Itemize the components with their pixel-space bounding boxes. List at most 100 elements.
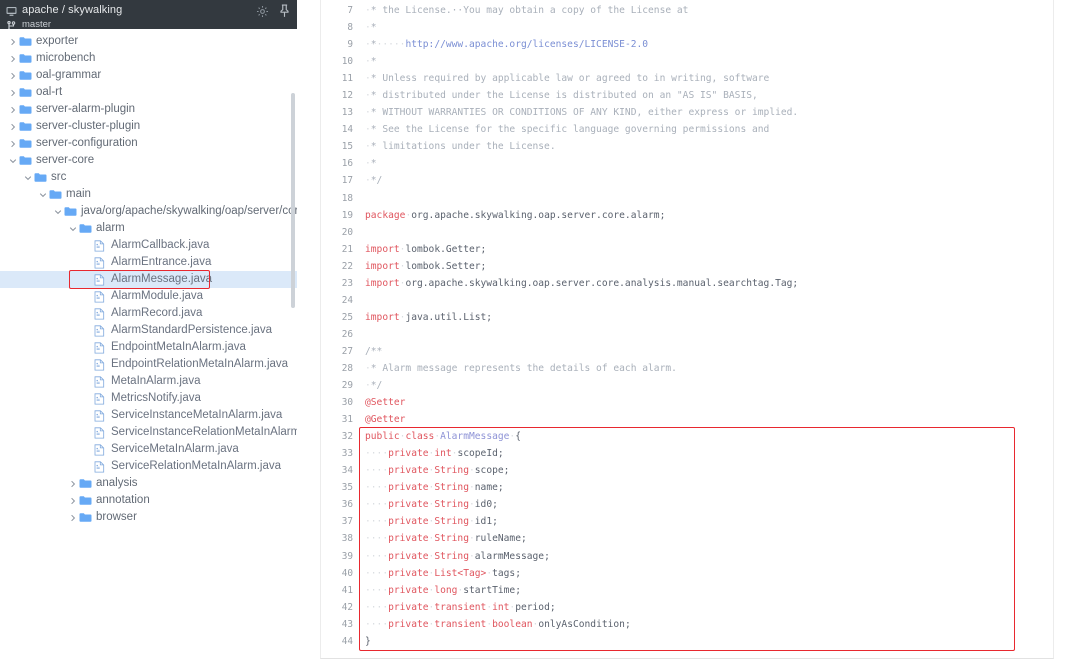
code-text[interactable]: ·*/ (365, 380, 382, 391)
tree-item-label: main (66, 188, 91, 200)
chevron-down-icon[interactable] (68, 225, 77, 233)
code-viewer[interactable]: 7 ·* the License.··You may obtain a copy … (320, 0, 1054, 659)
code-text[interactable]: ·* Unless required by applicable law or … (365, 73, 769, 84)
tree-folder-item[interactable]: alarm (0, 220, 297, 237)
chevron-down-icon[interactable] (8, 157, 17, 165)
code-line: 31 @Getter (321, 411, 1053, 428)
code-text[interactable]: ····private·String·name; (365, 482, 504, 493)
code-text[interactable]: /** (365, 346, 382, 357)
tree-folder-item[interactable]: main (0, 186, 297, 203)
chevron-right-icon[interactable] (8, 123, 17, 131)
code-text[interactable]: ·* (365, 56, 377, 67)
tree-folder-item[interactable]: server-configuration (0, 135, 297, 152)
tree-folder-item[interactable]: exporter (0, 33, 297, 50)
tree-folder-item[interactable]: annotation (0, 492, 297, 509)
code-text[interactable]: import·java.util.List; (365, 312, 492, 323)
tree-file-item[interactable]: ServiceInstanceMetaInAlarm.java (0, 407, 297, 424)
repo-row[interactable]: apache / skywalking (6, 2, 289, 17)
tree-item-label: src (51, 171, 67, 183)
chevron-right-icon[interactable] (8, 106, 17, 114)
line-number: 33 (341, 448, 353, 460)
code-text[interactable]: ·*/ (365, 175, 382, 186)
folder-icon (19, 70, 32, 81)
chevron-right-icon[interactable] (8, 140, 17, 148)
chevron-down-icon[interactable] (53, 208, 62, 216)
code-text[interactable]: ·* limitations under the License. (365, 141, 556, 152)
line-number: 21 (341, 243, 353, 255)
chevron-down-icon[interactable] (23, 174, 32, 182)
chevron-right-icon[interactable] (68, 514, 77, 522)
chevron-right-icon[interactable] (8, 38, 17, 46)
tree-item-label: server-cluster-plugin (36, 120, 141, 132)
chevron-right-icon[interactable] (68, 497, 77, 505)
code-text[interactable]: ·* See the License for the specific lang… (365, 124, 769, 135)
code-line: 33 ····private·int·scopeId; (321, 445, 1053, 462)
code-text[interactable]: ·* the License.··You may obtain a copy o… (365, 5, 688, 16)
pin-icon[interactable] (279, 4, 290, 18)
code-text[interactable]: import·lombok.Getter; (365, 244, 486, 255)
code-text[interactable]: ·*·····http://www.apache.org/licenses/LI… (365, 39, 648, 50)
tree-folder-item[interactable]: server-core (0, 152, 297, 169)
code-text[interactable]: ····private·long·startTime; (365, 585, 521, 596)
code-text[interactable]: package·org.apache.skywalking.oap.server… (365, 210, 665, 221)
editor-panel: 7 ·* the License.··You may obtain a copy … (297, 0, 1080, 659)
tree-folder-item[interactable]: src (0, 169, 297, 186)
code-text[interactable]: ····private·String·id1; (365, 516, 498, 527)
code-text[interactable]: ····private·String·scope; (365, 465, 509, 476)
code-text[interactable]: ····private·transient·boolean·onlyAsCond… (365, 619, 631, 630)
code-text[interactable]: public·class·AlarmMessage·{ (365, 431, 521, 442)
tree-file-item[interactable]: MetaInAlarm.java (0, 373, 297, 390)
tree-file-item[interactable]: ServiceMetaInAlarm.java (0, 441, 297, 458)
code-line: 23 import·org.apache.skywalking.oap.serve… (321, 275, 1053, 292)
tree-file-item[interactable]: AlarmRecord.java (0, 305, 297, 322)
code-text[interactable]: @Getter (365, 414, 405, 425)
gear-icon[interactable] (256, 5, 269, 18)
code-text[interactable]: ····private·String·id0; (365, 499, 498, 510)
code-text[interactable]: ·* WITHOUT WARRANTIES OR CONDITIONS OF A… (365, 107, 798, 118)
tree-file-item[interactable]: EndpointRelationMetaInAlarm.java (0, 356, 297, 373)
tree-file-item[interactable]: AlarmEntrance.java (0, 254, 297, 271)
code-text[interactable]: ·* distributed under the License is dist… (365, 90, 758, 101)
tree-folder-item[interactable]: oal-grammar (0, 67, 297, 84)
code-line: 12 ·* distributed under the License is di… (321, 87, 1053, 104)
chevron-right-icon[interactable] (68, 480, 77, 488)
tree-folder-item[interactable]: server-alarm-plugin (0, 101, 297, 118)
code-text[interactable]: ····private·List<Tag>·tags; (365, 568, 521, 579)
tree-file-item[interactable]: MetricsNotify.java (0, 390, 297, 407)
tree-folder-item[interactable]: java/org/apache/skywalking/oap/server/co… (0, 203, 297, 220)
chevron-right-icon[interactable] (8, 72, 17, 80)
tree-file-item[interactable]: AlarmMessage.java (0, 271, 297, 288)
code-text[interactable]: ·* (365, 22, 377, 33)
file-tree[interactable]: exporter microbench oal-grammar oal-rt serve… (0, 29, 297, 541)
code-text[interactable]: ·* (365, 158, 377, 169)
tree-file-item[interactable]: EndpointMetaInAlarm.java (0, 339, 297, 356)
code-text[interactable]: ····private·int·scopeId; (365, 448, 504, 459)
tree-folder-item[interactable]: microbench (0, 50, 297, 67)
code-text[interactable]: } (365, 636, 371, 647)
code-text[interactable]: import·org.apache.skywalking.oap.server.… (365, 278, 798, 289)
code-text[interactable]: ····private·transient·int·period; (365, 602, 556, 613)
line-number: 11 (341, 73, 353, 85)
chevron-right-icon[interactable] (8, 55, 17, 63)
tree-file-item[interactable]: AlarmModule.java (0, 288, 297, 305)
tree-file-item[interactable]: ServiceInstanceRelationMetaInAlarm.java (0, 424, 297, 441)
code-text[interactable]: @Setter (365, 397, 405, 408)
tree-file-item[interactable]: AlarmStandardPersistence.java (0, 322, 297, 339)
tree-item-label: AlarmMessage.java (111, 273, 212, 285)
tree-folder-item[interactable]: analysis (0, 475, 297, 492)
tree-file-item[interactable]: AlarmCallback.java (0, 237, 297, 254)
code-text[interactable]: ····private·String·ruleName; (365, 533, 527, 544)
chevron-right-icon[interactable] (8, 89, 17, 97)
tree-item-label: EndpointRelationMetaInAlarm.java (111, 358, 289, 370)
sidebar-scrollbar[interactable] (291, 93, 295, 308)
tree-folder-item[interactable]: browser (0, 509, 297, 526)
tree-folder-item[interactable]: oal-rt (0, 84, 297, 101)
tree-item-label: exporter (36, 35, 79, 47)
chevron-down-icon[interactable] (38, 191, 47, 199)
code-text[interactable]: import·lombok.Setter; (365, 261, 486, 272)
code-text[interactable]: ····private·String·alarmMessage; (365, 551, 550, 562)
tree-folder-item[interactable]: server-cluster-plugin (0, 118, 297, 135)
code-text[interactable]: ·* Alarm message represents the details … (365, 363, 677, 374)
code-line: 40 ····private·List<Tag>·tags; (321, 565, 1053, 582)
tree-file-item[interactable]: ServiceRelationMetaInAlarm.java (0, 458, 297, 475)
